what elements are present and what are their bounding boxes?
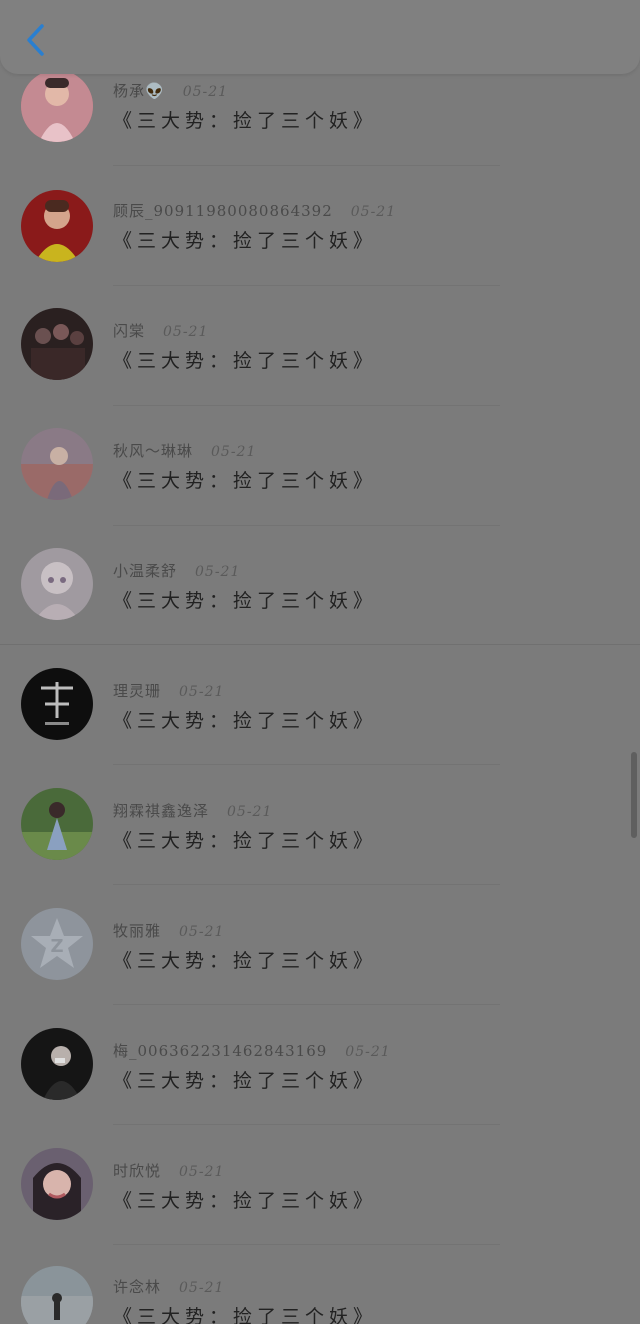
user-name[interactable]: 顾辰_90911980080864392	[113, 202, 333, 220]
divider	[113, 405, 500, 406]
comment-meta: 翔霖祺鑫逸泽 05-21	[113, 800, 272, 821]
comment-meta: 小温柔舒 05-21	[113, 560, 240, 581]
divider	[113, 165, 500, 166]
comment-text[interactable]: 《三大势：捡了三个妖》	[113, 1186, 377, 1213]
divider	[113, 764, 500, 765]
chevron-left-icon	[27, 24, 44, 56]
avatar[interactable]	[21, 668, 93, 740]
comment-text[interactable]: 《三大势：捡了三个妖》	[113, 586, 377, 613]
divider	[113, 1004, 500, 1005]
avatar[interactable]	[21, 428, 93, 500]
user-name[interactable]: 小温柔舒	[113, 562, 177, 580]
user-name[interactable]: 许念林	[113, 1278, 161, 1296]
comment-text[interactable]: 《三大势：捡了三个妖》	[113, 466, 377, 493]
comment-text[interactable]: 《三大势：捡了三个妖》	[113, 226, 377, 253]
list-item[interactable]: 秋风～琳琳 05-21 《三大势：捡了三个妖》	[0, 410, 640, 530]
avatar[interactable]: Z	[21, 908, 93, 980]
comment-time: 05-21	[182, 84, 229, 100]
comment-time: 05-21	[345, 1044, 391, 1060]
comment-time: 05-21	[227, 804, 273, 820]
divider	[113, 884, 500, 885]
comment-time: 05-21	[195, 564, 241, 580]
divider	[113, 285, 500, 286]
list-item[interactable]: 理灵珊 05-21 《三大势：捡了三个妖》	[0, 650, 640, 770]
comment-time: 05-21	[211, 444, 257, 460]
comment-time: 05-21	[179, 924, 225, 940]
comment-meta: 许念林 05-21	[113, 1276, 224, 1297]
comment-text[interactable]: 《三大势：捡了三个妖》	[113, 946, 377, 973]
divider	[0, 644, 640, 645]
comment-meta: 杨承👽 05-21	[113, 80, 228, 101]
avatar[interactable]	[21, 1266, 93, 1324]
comment-time: 05-21	[350, 204, 397, 220]
comment-meta: 秋风～琳琳 05-21	[113, 440, 256, 461]
user-name[interactable]: 翔霖祺鑫逸泽	[113, 802, 209, 820]
comment-time: 05-21	[179, 1280, 225, 1296]
avatar[interactable]	[21, 1148, 93, 1220]
divider	[113, 1244, 500, 1245]
comment-meta: 顾辰_90911980080864392 05-21	[113, 200, 396, 221]
comment-time: 05-21	[179, 684, 225, 700]
user-name[interactable]: 时欣悦	[113, 1162, 161, 1180]
list-item[interactable]: 顾辰_90911980080864392 05-21 《三大势：捡了三个妖》	[0, 170, 640, 290]
comment-meta: 理灵珊 05-21	[113, 680, 224, 701]
svg-text:Z: Z	[50, 936, 63, 957]
list-item[interactable]: 时欣悦 05-21 《三大势：捡了三个妖》	[0, 1130, 640, 1250]
avatar[interactable]	[21, 548, 93, 620]
avatar[interactable]	[21, 308, 93, 380]
comment-list-page: 杨承👽 05-21 《三大势：捡了三个妖》 顾辰_9091198008086439…	[0, 0, 640, 1324]
avatar[interactable]	[21, 1028, 93, 1100]
divider	[113, 1124, 500, 1125]
comment-time: 05-21	[163, 324, 209, 340]
comment-text[interactable]: 《三大势：捡了三个妖》	[113, 346, 377, 373]
list-item[interactable]: Z 牧丽雅 05-21 《三大势：捡了三个妖》	[0, 890, 640, 1010]
user-name[interactable]: 秋风～琳琳	[113, 442, 193, 460]
list-item[interactable]: 小温柔舒 05-21 《三大势：捡了三个妖》	[0, 530, 640, 650]
avatar[interactable]	[21, 788, 93, 860]
top-bar	[0, 0, 640, 74]
list-item[interactable]: 闪棠 05-21 《三大势：捡了三个妖》	[0, 290, 640, 410]
comment-text[interactable]: 《三大势：捡了三个妖》	[113, 706, 377, 733]
comment-time: 05-21	[179, 1164, 225, 1180]
list-item[interactable]: 翔霖祺鑫逸泽 05-21 《三大势：捡了三个妖》	[0, 770, 640, 890]
divider	[113, 525, 500, 526]
avatar[interactable]	[21, 70, 93, 142]
comment-meta: 梅_006362231462843169 05-21	[113, 1040, 391, 1061]
user-name[interactable]: 牧丽雅	[113, 922, 161, 940]
comment-text[interactable]: 《三大势：捡了三个妖》	[113, 1302, 377, 1324]
user-name[interactable]: 闪棠	[113, 322, 145, 340]
back-button[interactable]	[18, 18, 52, 62]
list-item[interactable]: 梅_006362231462843169 05-21 《三大势：捡了三个妖》	[0, 1010, 640, 1130]
comment-meta: 时欣悦 05-21	[113, 1160, 224, 1181]
comment-meta: 牧丽雅 05-21	[113, 920, 224, 941]
user-name[interactable]: 梅_006362231462843169	[113, 1042, 327, 1060]
comment-text[interactable]: 《三大势：捡了三个妖》	[113, 106, 377, 133]
comment-meta: 闪棠 05-21	[113, 320, 208, 341]
comment-text[interactable]: 《三大势：捡了三个妖》	[113, 826, 377, 853]
list-item[interactable]: 许念林 05-21 《三大势：捡了三个妖》	[0, 1250, 640, 1324]
comment-text[interactable]: 《三大势：捡了三个妖》	[113, 1066, 377, 1093]
user-name[interactable]: 杨承👽	[113, 82, 165, 100]
scrollbar[interactable]	[631, 752, 637, 838]
avatar[interactable]	[21, 190, 93, 262]
user-name[interactable]: 理灵珊	[113, 682, 161, 700]
